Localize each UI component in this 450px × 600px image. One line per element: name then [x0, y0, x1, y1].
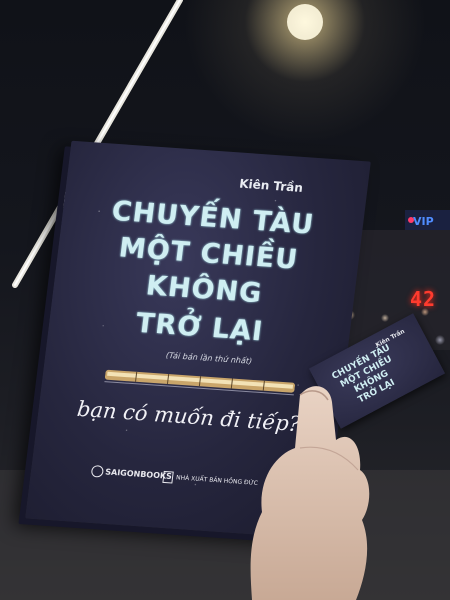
- photo-scene: VIP 42 Kiên Trần CHUYẾN TÀU MỘT CHIỀU KH…: [0, 0, 450, 600]
- hand: [250, 386, 370, 600]
